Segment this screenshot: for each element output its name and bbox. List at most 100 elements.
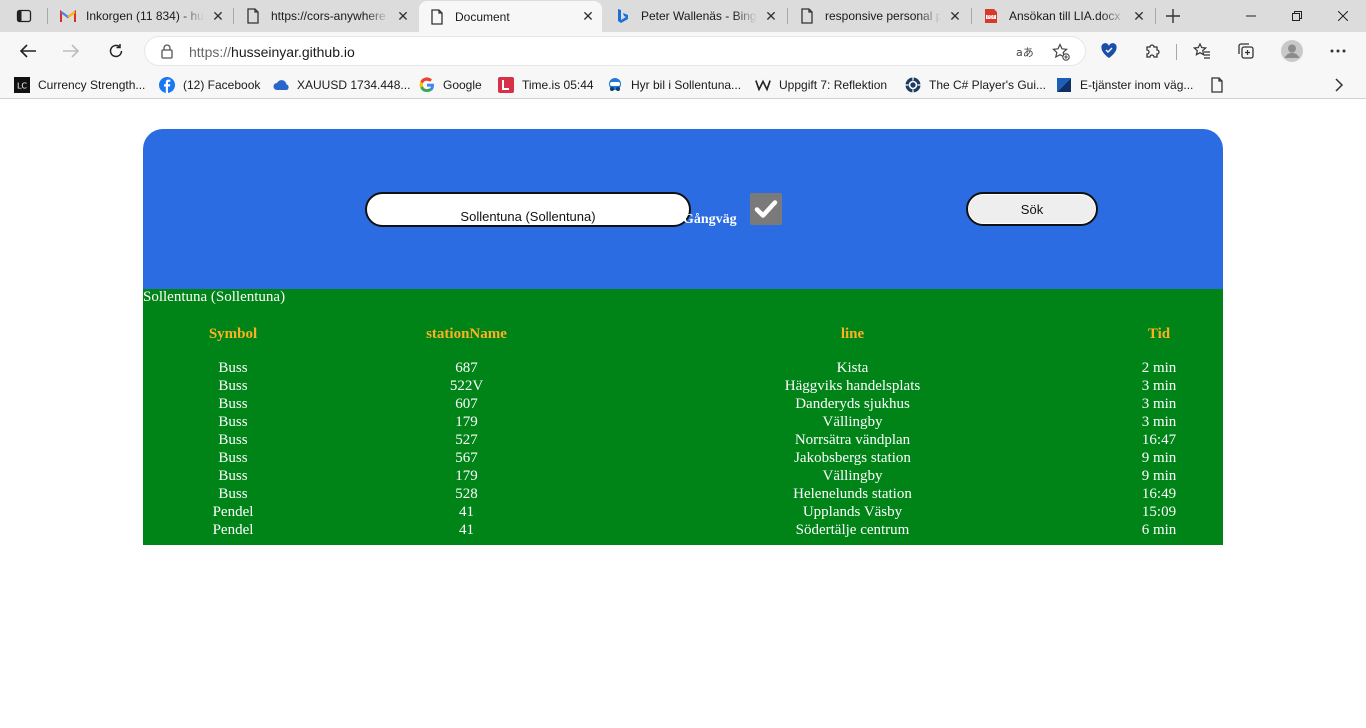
column-header-station-name: stationName	[426, 325, 507, 342]
table-row: Buss 179 Vällingby 3 min	[143, 413, 1223, 431]
tab-separator	[787, 8, 788, 24]
profile-button[interactable]	[1277, 36, 1307, 66]
tab-title: Document	[455, 9, 510, 24]
table-row: Buss 179 Vällingby 9 min	[143, 467, 1223, 485]
tab-gmail[interactable]: Inkorgen (11 834) - hu ✕	[50, 2, 232, 30]
refresh-button[interactable]	[101, 36, 131, 66]
cell-station-name: 522V	[449, 378, 484, 394]
cell-time: 3 min	[1141, 378, 1177, 394]
forward-button[interactable]	[56, 36, 86, 66]
url-host: husseinyar.github.io	[231, 44, 355, 60]
back-button[interactable]	[13, 36, 43, 66]
page-icon	[1209, 77, 1225, 93]
more-bookmarks-button[interactable]	[1334, 75, 1344, 95]
page-content: Gångväg Sök Sollentuna (Sollentuna) Symb…	[0, 100, 1366, 728]
tab-title: Peter Wallenäs - Bing	[641, 9, 757, 23]
table-row: Buss 607 Danderyds sjukhus 3 min	[143, 395, 1223, 413]
address-url[interactable]: https://husseinyar.github.io	[189, 44, 355, 60]
bookmark-currency-strength[interactable]: LC Currency Strength...	[14, 75, 145, 95]
tab-cors-anywhere[interactable]: https://cors-anywhere ✕	[235, 2, 417, 30]
tab-responsive-portfolio[interactable]: responsive personal p ✕	[789, 2, 969, 30]
close-icon[interactable]: ✕	[210, 8, 226, 24]
bookmark-google[interactable]: Google	[419, 75, 482, 95]
bookmark-label: Currency Strength...	[38, 78, 146, 92]
more-icon	[1330, 49, 1346, 53]
close-icon[interactable]: ✕	[763, 8, 779, 24]
search-panel: Gångväg Sök	[143, 129, 1223, 289]
cell-line: Vällingby	[822, 414, 883, 430]
cell-line: Häggviks handelsplats	[784, 378, 921, 394]
favorites-star-icon	[1193, 42, 1210, 59]
cell-line: Södertälje centrum	[795, 522, 910, 538]
bookmark-xauusd[interactable]: XAUUSD 1734.448...	[273, 75, 410, 95]
bookmark-csharp-guide[interactable]: The C# Player's Gui...	[905, 75, 1046, 95]
tab-bing[interactable]: Peter Wallenäs - Bing ✕	[605, 2, 785, 30]
restore-button[interactable]	[1274, 0, 1320, 32]
extensions-button[interactable]	[1138, 36, 1168, 66]
plus-icon	[1166, 9, 1180, 23]
bookmark-uppgift-7[interactable]: Uppgift 7: Reflektion	[755, 75, 887, 95]
close-icon[interactable]: ✕	[1131, 8, 1147, 24]
read-aloud-icon[interactable]: aあ	[1015, 42, 1035, 62]
close-window-button[interactable]	[1320, 0, 1366, 32]
cell-time: 16:49	[1141, 486, 1177, 502]
close-icon[interactable]: ✕	[947, 8, 963, 24]
departures-table: Symbol stationName line Tid Buss 687 Kis…	[143, 323, 1223, 539]
refresh-icon	[109, 44, 123, 58]
departures-panel: Sollentuna (Sollentuna) Symbol stationNa…	[143, 289, 1223, 545]
page-icon	[429, 8, 445, 25]
facebook-icon	[159, 77, 175, 93]
bookmark-timeis[interactable]: Time.is 05:44	[498, 75, 594, 95]
page-icon	[799, 8, 815, 24]
walk-path-checkbox[interactable]	[750, 193, 782, 225]
bookmark-facebook[interactable]: (12) Facebook	[159, 75, 260, 95]
cell-line: Danderyds sjukhus	[795, 396, 910, 412]
collections-icon	[1238, 43, 1254, 59]
browser-essentials-button[interactable]	[1094, 36, 1124, 66]
timeis-icon	[498, 77, 514, 93]
cell-time: 16:47	[1141, 432, 1177, 448]
settings-menu-button[interactable]	[1323, 36, 1353, 66]
csharp-icon	[905, 77, 921, 93]
puzzle-icon	[1146, 44, 1160, 58]
add-favorite-icon[interactable]	[1051, 42, 1071, 62]
cell-symbol: Buss	[218, 414, 248, 430]
tab-lia-document[interactable]: PDF Ansökan till LIA.docx ( ✕	[973, 2, 1153, 30]
pdf-icon: PDF	[983, 8, 999, 24]
collections-button[interactable]	[1231, 36, 1261, 66]
back-arrow-icon	[19, 44, 36, 58]
cloud-icon	[273, 77, 289, 93]
station-search-input[interactable]	[365, 192, 691, 227]
cell-line: Kista	[836, 360, 869, 376]
tab-actions-icon	[16, 9, 32, 23]
lock-icon[interactable]	[159, 43, 175, 59]
cell-symbol: Pendel	[212, 522, 254, 538]
tab-title: Inkorgen (11 834) - hu	[86, 9, 204, 23]
bookmark-page[interactable]	[1209, 75, 1233, 95]
search-button[interactable]: Sök	[966, 192, 1098, 226]
trafikverket-icon	[1056, 77, 1072, 93]
close-icon[interactable]: ✕	[395, 8, 411, 24]
cell-symbol: Buss	[218, 432, 248, 448]
walk-path-label: Gångväg	[683, 212, 737, 227]
tab-actions-button[interactable]	[7, 2, 41, 30]
favorites-button[interactable]	[1187, 36, 1217, 66]
bookmark-label: Hyr bil i Sollentuna...	[631, 78, 742, 92]
cell-station-name: 687	[455, 360, 478, 376]
cell-symbol: Buss	[218, 396, 248, 412]
cell-station-name: 607	[455, 396, 478, 412]
new-tab-button[interactable]	[1160, 4, 1186, 28]
bookmark-e-tjanster[interactable]: E-tjänster inom väg...	[1056, 75, 1193, 95]
tab-document[interactable]: Document ✕	[419, 1, 602, 32]
cell-time: 6 min	[1141, 522, 1177, 538]
cell-station-name: 179	[455, 414, 478, 430]
bookmark-label: Google	[443, 78, 482, 92]
cell-time: 2 min	[1141, 360, 1177, 376]
minimize-button[interactable]	[1228, 0, 1274, 32]
address-bar[interactable]: https://husseinyar.github.io aあ	[144, 36, 1086, 66]
url-scheme: https://	[189, 44, 232, 60]
table-row: Pendel 41 Södertälje centrum 6 min	[143, 521, 1223, 539]
column-header-line: line	[840, 325, 865, 342]
close-icon[interactable]: ✕	[580, 8, 596, 25]
bookmark-hyr-bil[interactable]: Hyr bil i Sollentuna...	[607, 75, 741, 95]
